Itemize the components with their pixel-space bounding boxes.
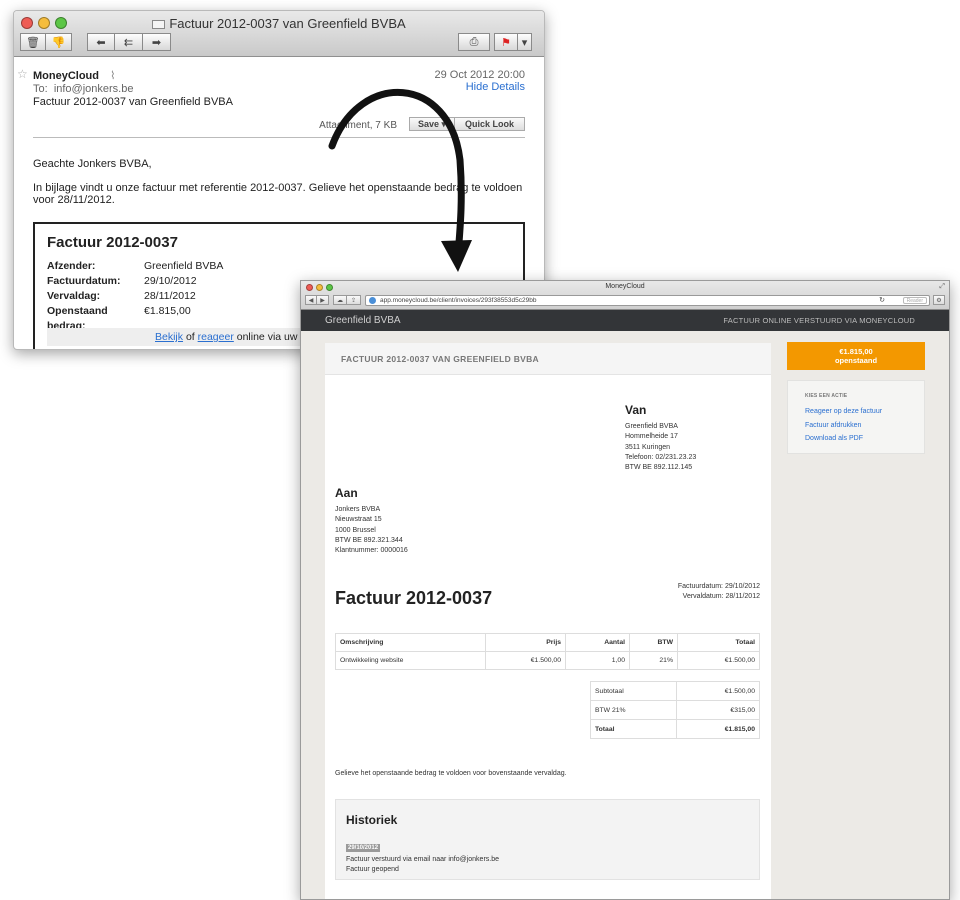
fullscreen-icon[interactable]: ⤢ — [939, 283, 945, 291]
back-icon: ◀ — [308, 297, 314, 304]
to-address: info@jonkers.be — [53, 83, 134, 95]
browser-window: MoneyCloud ⤢ ◀ ▶ ☁ ⇪ app.moneycloud.be/c… — [300, 280, 950, 900]
thumbs-down-icon: 👎 — [51, 36, 66, 49]
reader-button[interactable]: Reader — [902, 296, 927, 304]
mail-titlebar: Factuur 2012-0037 van Greenfield BVBA 🗑 … — [14, 11, 544, 57]
history-date-badge: 29/10/2012 — [346, 844, 381, 852]
gear-icon: ⚙ — [936, 297, 942, 304]
reply-all-button[interactable]: ⇇ — [115, 33, 143, 51]
actions-panel: KIES EEN ACTIE Reageer op deze factuur F… — [787, 380, 925, 454]
forward-icon: ➡ — [151, 36, 162, 49]
browser-titlebar: MoneyCloud ⤢ ◀ ▶ ☁ ⇪ app.moneycloud.be/c… — [301, 281, 949, 310]
table-header-row: Omschrijving Prijs Aantal BTW Totaal — [335, 633, 760, 652]
reply-button[interactable]: ⬅ — [87, 33, 115, 51]
reply-icon: ⬅ — [96, 36, 106, 49]
recipient-block: Aan Jonkers BVBA Nieuwstraat 15 1000 Bru… — [335, 486, 408, 555]
forward-nav-icon: ▶ — [320, 297, 325, 304]
site-tagline: FACTUUR ONLINE VERSTUURD VIA MONEYCLOUD — [723, 316, 915, 325]
sender-block: Van Greenfield BVBA Hommelheide 17 3511 … — [625, 403, 697, 472]
reply-invoice-link[interactable]: reageer — [198, 331, 234, 343]
payment-note: Gelieve het openstaande bedrag te voldoe… — [335, 770, 567, 777]
star-icon[interactable]: ☆ — [17, 67, 28, 81]
flag-button[interactable]: ⚑ — [494, 33, 518, 51]
site-navbar: Greenfield BVBA FACTUUR ONLINE VERSTUURD… — [301, 310, 949, 331]
back-button[interactable]: ◀ — [305, 295, 317, 305]
invoice-totals-table: Subtotaal €1.500,00 BTW 21% €315,00 Tota… — [590, 681, 760, 739]
download-pdf-action[interactable]: Download als PDF — [805, 432, 924, 446]
history-entry: Factuur verstuurd via email naar info@jo… — [346, 856, 500, 863]
forward-nav-button[interactable]: ▶ — [317, 295, 329, 305]
to-label: To: — [33, 83, 48, 95]
forward-button[interactable]: ➡ — [143, 33, 171, 51]
table-row: Ontwikkeling website €1.500,00 1,00 21% … — [335, 651, 760, 670]
flag-icon: ⚑ — [501, 36, 511, 49]
reply-invoice-action[interactable]: Reageer op deze factuur — [805, 405, 924, 419]
invoice-title: Factuur 2012-0037 — [335, 588, 493, 608]
junk-button[interactable]: 👎 — [46, 33, 72, 51]
downloads-button[interactable]: ⚙ — [933, 295, 945, 305]
curved-arrow-icon — [328, 88, 472, 272]
site-brand[interactable]: Greenfield BVBA — [325, 315, 401, 326]
outstanding-amount-badge[interactable]: €1.815,00 openstaand — [787, 342, 925, 370]
vat-row: BTW 21% €315,00 — [590, 700, 760, 720]
share-icon: ⇪ — [350, 297, 357, 304]
browser-toolbar: ◀ ▶ ☁ ⇪ app.moneycloud.be/client/invoice… — [305, 294, 945, 306]
mail-toolbar-right: ⎙ ⚑ ▾ — [458, 33, 532, 51]
history-panel: Historiek 29/10/2012 Factuur verstuurd v… — [335, 799, 760, 880]
outstanding-amount: €1.815,00 — [839, 347, 873, 356]
delete-button[interactable]: 🗑 — [20, 33, 46, 51]
reply-all-icon: ⇇ — [123, 36, 134, 49]
history-title: Historiek — [346, 813, 398, 827]
url-text: app.moneycloud.be/client/invoices/293f38… — [380, 296, 537, 304]
printer-icon: ⎙ — [469, 35, 479, 48]
mail-toolbar-reply: ⬅ ⇇ ➡ — [87, 33, 171, 51]
total-row: Totaal €1.815,00 — [590, 719, 760, 739]
trash-icon: 🗑 — [26, 36, 40, 49]
invoice-document-header: FACTUUR 2012-0037 VAN GREENFIELD BVBA — [325, 343, 771, 375]
reload-icon[interactable]: ↻ — [879, 296, 885, 305]
share-button[interactable]: ⇪ — [347, 295, 361, 305]
outstanding-status: openstaand — [834, 356, 878, 365]
address-bar[interactable]: app.moneycloud.be/client/invoices/293f38… — [365, 294, 930, 306]
browser-window-title: MoneyCloud — [605, 283, 645, 290]
actions-title: KIES EEN ACTIE — [805, 393, 848, 399]
print-invoice-action[interactable]: Factuur afdrukken — [805, 419, 924, 433]
invoice-dates: Factuurdatum: 29/10/2012 Vervaldatum: 28… — [677, 583, 760, 600]
cloud-icon: ☁ — [337, 297, 343, 304]
globe-icon — [369, 296, 376, 304]
mail-toolbar-left: 🗑 👎 — [20, 33, 72, 51]
subtotal-row: Subtotaal €1.500,00 — [590, 681, 760, 701]
sender-name: MoneyCloud — [33, 70, 99, 82]
invoice-document: FACTUUR 2012-0037 VAN GREENFIELD BVBA Va… — [325, 343, 771, 899]
view-invoice-link[interactable]: Bekijk — [155, 331, 183, 343]
flag-menu-button[interactable]: ▾ — [518, 33, 532, 51]
chevron-down-icon: ▾ — [521, 36, 528, 49]
sender-title: Van — [625, 403, 647, 417]
mail-window-title: Factuur 2012-0037 van Greenfield BVBA — [14, 16, 544, 31]
screenshot: Factuur 2012-0037 van Greenfield BVBA 🗑 … — [0, 0, 960, 900]
paperclip-icon: ⌇ — [110, 70, 116, 82]
recipient-title: Aan — [335, 486, 358, 500]
invoice-items-table: Omschrijving Prijs Aantal BTW Totaal Ont… — [335, 633, 760, 670]
history-entry: Factuur geopend — [346, 866, 399, 873]
icloud-button[interactable]: ☁ — [333, 295, 347, 305]
envelope-icon — [152, 20, 166, 29]
print-button[interactable]: ⎙ — [458, 33, 490, 51]
